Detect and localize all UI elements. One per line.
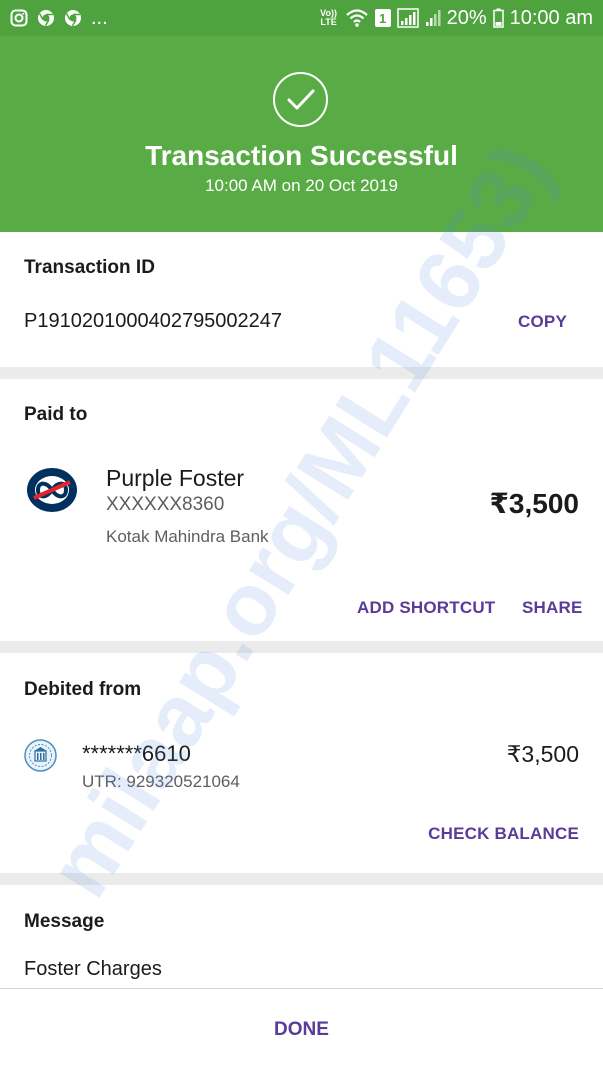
volte-indicator: Vo)) LTE (320, 8, 337, 27)
payee-name: Purple Foster (106, 465, 245, 491)
message-card: Message Foster Charges (0, 885, 603, 988)
transaction-id-label: Transaction ID (24, 257, 155, 278)
status-bar-right: Vo)) LTE 1 20% 10:00 am (319, 7, 593, 30)
status-bar: ... Vo)) LTE 1 20% 10:00 am (0, 0, 603, 36)
debited-from-label: Debited from (24, 679, 142, 700)
utr-number: UTR: 929320521064 (82, 772, 240, 791)
bank-logo-icon (24, 739, 57, 772)
sim-badge: 1 (374, 9, 391, 27)
battery-icon (492, 8, 504, 28)
signal-icon (425, 8, 441, 28)
transaction-id-value: P1910201000402795002247 (24, 310, 283, 332)
transaction-timestamp: 10:00 AM on 20 Oct 2019 (205, 176, 398, 195)
wifi-icon (345, 8, 369, 28)
debited-amount: ₹3,500 (506, 741, 579, 767)
payee-account-number: XXXXXX8360 (106, 494, 225, 515)
paid-to-label: Paid to (24, 404, 88, 425)
bottom-action-bar: DONE (0, 988, 603, 1072)
add-shortcut-button[interactable]: ADD SHORTCUT (357, 598, 495, 618)
copy-button[interactable]: COPY (518, 312, 567, 332)
status-bar-left: ... (10, 7, 108, 30)
message-label: Message (24, 911, 105, 932)
checkmark-circle-icon (273, 72, 328, 127)
more-notifications: ... (91, 6, 108, 29)
transaction-id-card: Transaction ID P1910201000402795002247 C… (0, 232, 603, 367)
sim-number: 1 (378, 10, 387, 26)
chrome-icon (64, 9, 82, 27)
signal-icon (396, 8, 419, 28)
clock: 10:00 am (509, 6, 593, 29)
success-header: Transaction Successful 10:00 AM on 20 Oc… (0, 36, 603, 232)
done-button[interactable]: DONE (0, 1019, 603, 1041)
paid-to-card: Paid to Purple Foster XXXXXX8360 Kotak M… (0, 379, 603, 641)
payee-bank-name: Kotak Mahindra Bank (106, 527, 269, 546)
paid-amount: ₹3,500 (489, 488, 579, 519)
debit-account-number: *******6610 (82, 741, 191, 766)
kotak-bank-logo-icon (26, 467, 78, 513)
chrome-icon (37, 9, 55, 27)
battery-percent: 20% (446, 6, 487, 29)
check-balance-button[interactable]: CHECK BALANCE (428, 824, 579, 844)
share-button[interactable]: SHARE (522, 598, 583, 618)
debited-from-card: Debited from *******6610 UTR: 9293205210… (0, 653, 603, 873)
instagram-icon (10, 9, 28, 27)
message-text: Foster Charges (24, 958, 162, 980)
transaction-status-title: Transaction Successful (145, 140, 458, 171)
